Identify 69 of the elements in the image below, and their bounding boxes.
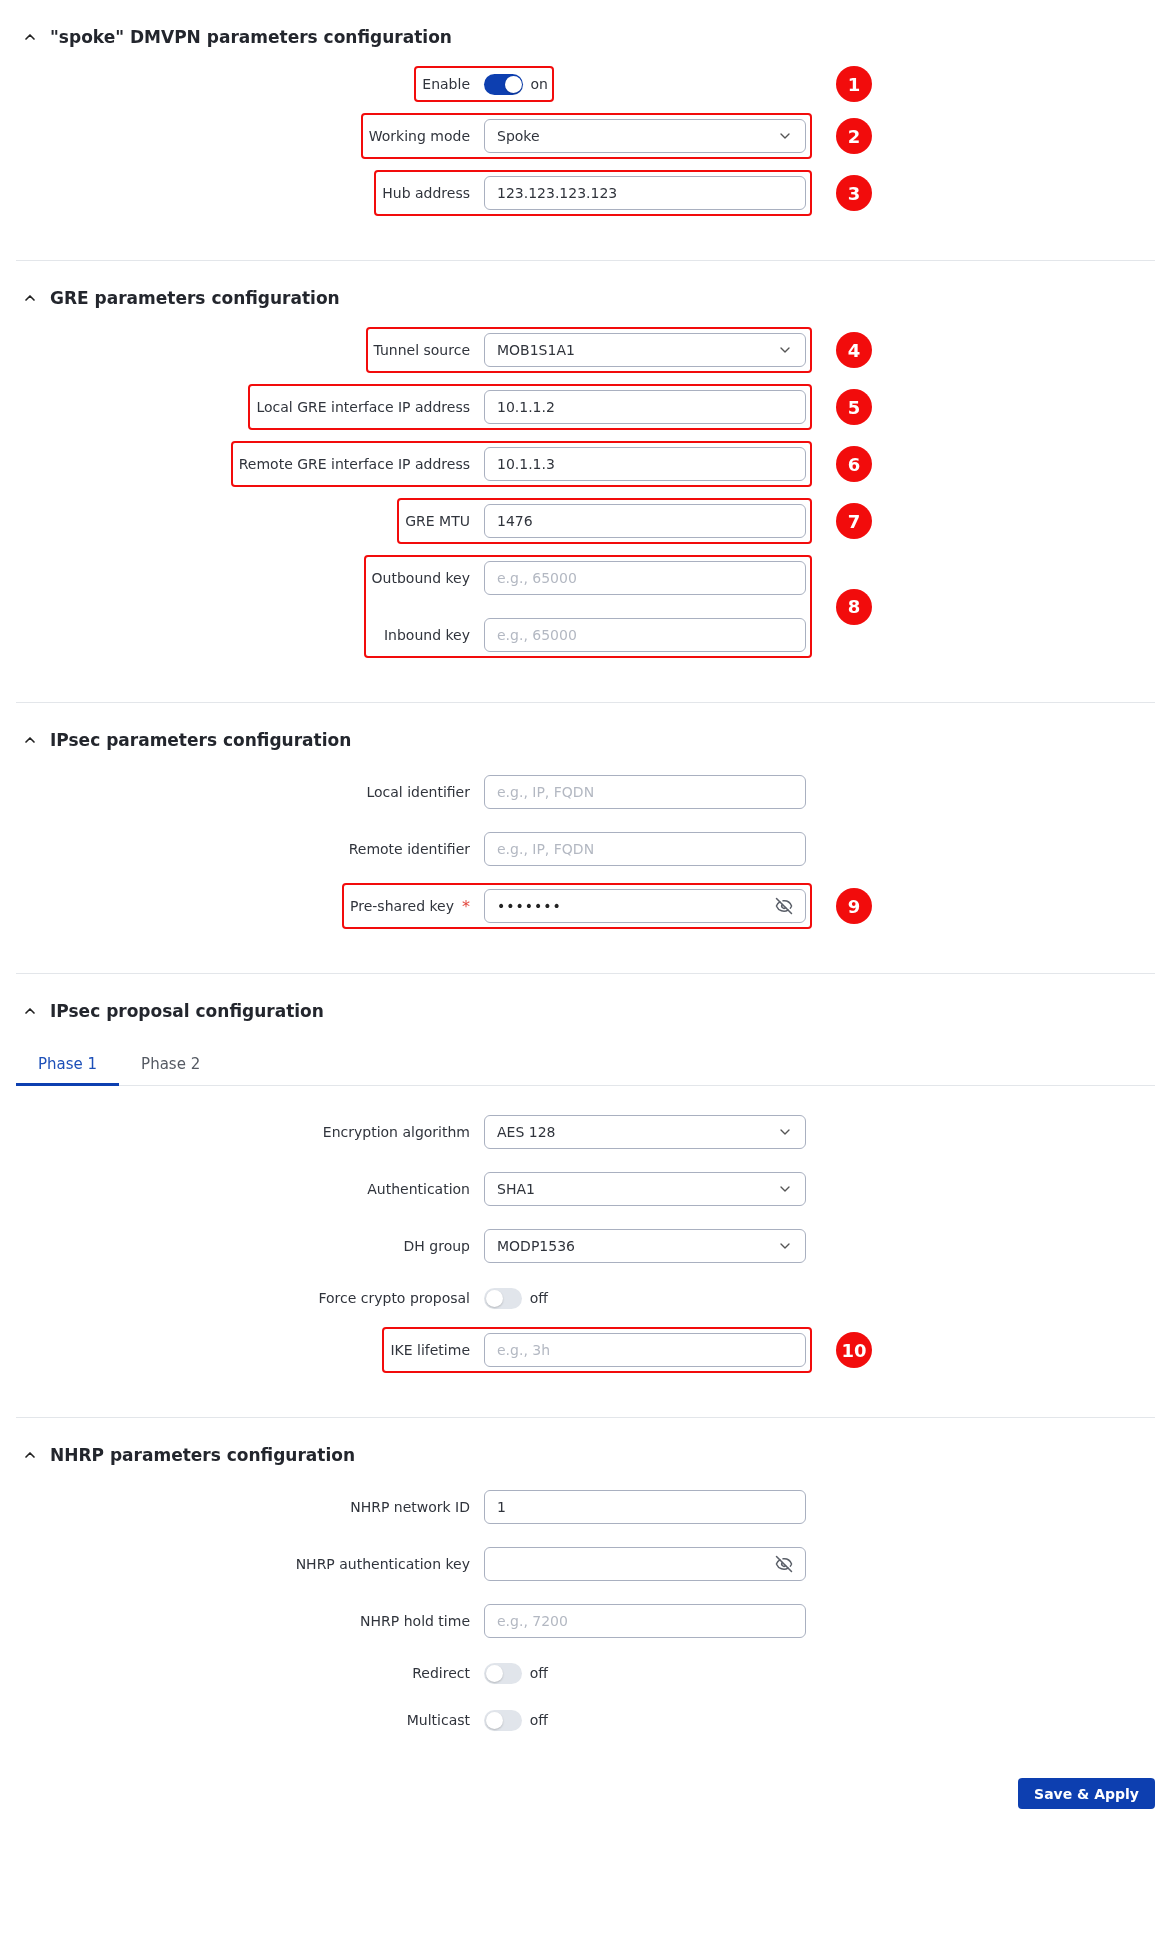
input-field[interactable]: 123.123.123.123 [484, 176, 806, 210]
field-label: Local GRE interface IP address [256, 399, 470, 415]
field-label: Tunnel source [373, 342, 470, 358]
section-title: NHRP parameters configuration [50, 1445, 356, 1465]
section-title: IPsec parameters configuration [50, 730, 352, 750]
callout-badge: 4 [836, 332, 872, 368]
field-label: Multicast [406, 1712, 470, 1728]
callout-badge: 2 [836, 118, 872, 154]
field-label: Remote GRE interface IP address [238, 456, 470, 472]
dropdown[interactable]: Spoke [484, 119, 806, 153]
input-field[interactable]: 1476 [484, 504, 806, 538]
toggle-switch[interactable] [484, 73, 523, 95]
callout-badge: 10 [836, 1332, 872, 1368]
save-button[interactable]: Save & Apply [1018, 1778, 1155, 1809]
field-label: GRE MTU [405, 513, 470, 529]
input-field[interactable]: 10.1.1.2 [484, 390, 806, 424]
field-label: Pre-shared key [350, 898, 454, 914]
required-mark: * [462, 896, 470, 916]
callout-badge: 8 [836, 588, 872, 625]
toggle-switch[interactable] [484, 1287, 522, 1309]
callout-badge: 6 [836, 446, 872, 482]
password-field[interactable]: ••••••• [484, 889, 806, 923]
input-field[interactable]: 1 [484, 1490, 806, 1524]
input-field[interactable]: e.g., 7200 [484, 1604, 806, 1638]
field-label: Force crypto proposal [318, 1290, 470, 1306]
dropdown[interactable]: MODP1536 [484, 1229, 806, 1263]
field-label: Redirect [412, 1665, 470, 1681]
eye-off-icon[interactable] [775, 897, 793, 915]
toggle-state: off [529, 1665, 548, 1681]
field-label: Inbound key [383, 627, 470, 643]
dropdown[interactable]: AES 128 [484, 1115, 806, 1149]
field-label: NHRP network ID [350, 1499, 470, 1515]
callout-badge: 1 [836, 66, 872, 102]
dropdown[interactable]: MOB1S1A1 [484, 333, 806, 367]
field-label: IKE lifetime [390, 1342, 470, 1358]
callout-badge: 7 [836, 503, 872, 539]
input-field[interactable]: e.g., IP, FQDN [484, 832, 806, 866]
tab[interactable]: Phase 2 [119, 1055, 223, 1086]
callout-badge: 5 [836, 389, 872, 425]
field-label: Authentication [367, 1181, 470, 1197]
callout-badge: 9 [836, 888, 872, 924]
callout-badge: 3 [836, 175, 872, 211]
field-label: Hub address [382, 185, 470, 201]
section-title: "spoke" DMVPN parameters configuration [50, 27, 452, 47]
input-field[interactable]: e.g., 3h [484, 1333, 806, 1367]
input-field[interactable]: 10.1.1.3 [484, 447, 806, 481]
section-title: IPsec proposal configuration [50, 1001, 324, 1021]
field-label: Enable [422, 76, 470, 92]
input-field[interactable]: e.g., 65000 [484, 618, 806, 652]
password-field[interactable] [484, 1547, 806, 1581]
toggle-state: off [529, 1712, 548, 1728]
toggle-switch[interactable] [484, 1709, 522, 1731]
tab[interactable]: Phase 1 [16, 1055, 120, 1086]
field-label: DH group [403, 1238, 470, 1254]
dropdown[interactable]: SHA1 [484, 1172, 806, 1206]
toggle-state: off [529, 1290, 548, 1306]
field-label: Local identifier [366, 784, 470, 800]
field-label: NHRP hold time [360, 1613, 470, 1629]
field-label: Outbound key [371, 570, 470, 586]
input-field[interactable]: e.g., IP, FQDN [484, 775, 806, 809]
section-title: GRE parameters configuration [50, 288, 340, 308]
toggle-switch[interactable] [484, 1662, 522, 1684]
field-label: NHRP authentication key [295, 1556, 470, 1572]
input-field[interactable]: e.g., 65000 [484, 561, 806, 595]
field-label: Remote identifier [348, 841, 470, 857]
toggle-state: on [530, 76, 548, 92]
field-label: Working mode [368, 128, 470, 144]
eye-off-icon[interactable] [775, 1555, 793, 1573]
field-label: Encryption algorithm [322, 1124, 470, 1140]
